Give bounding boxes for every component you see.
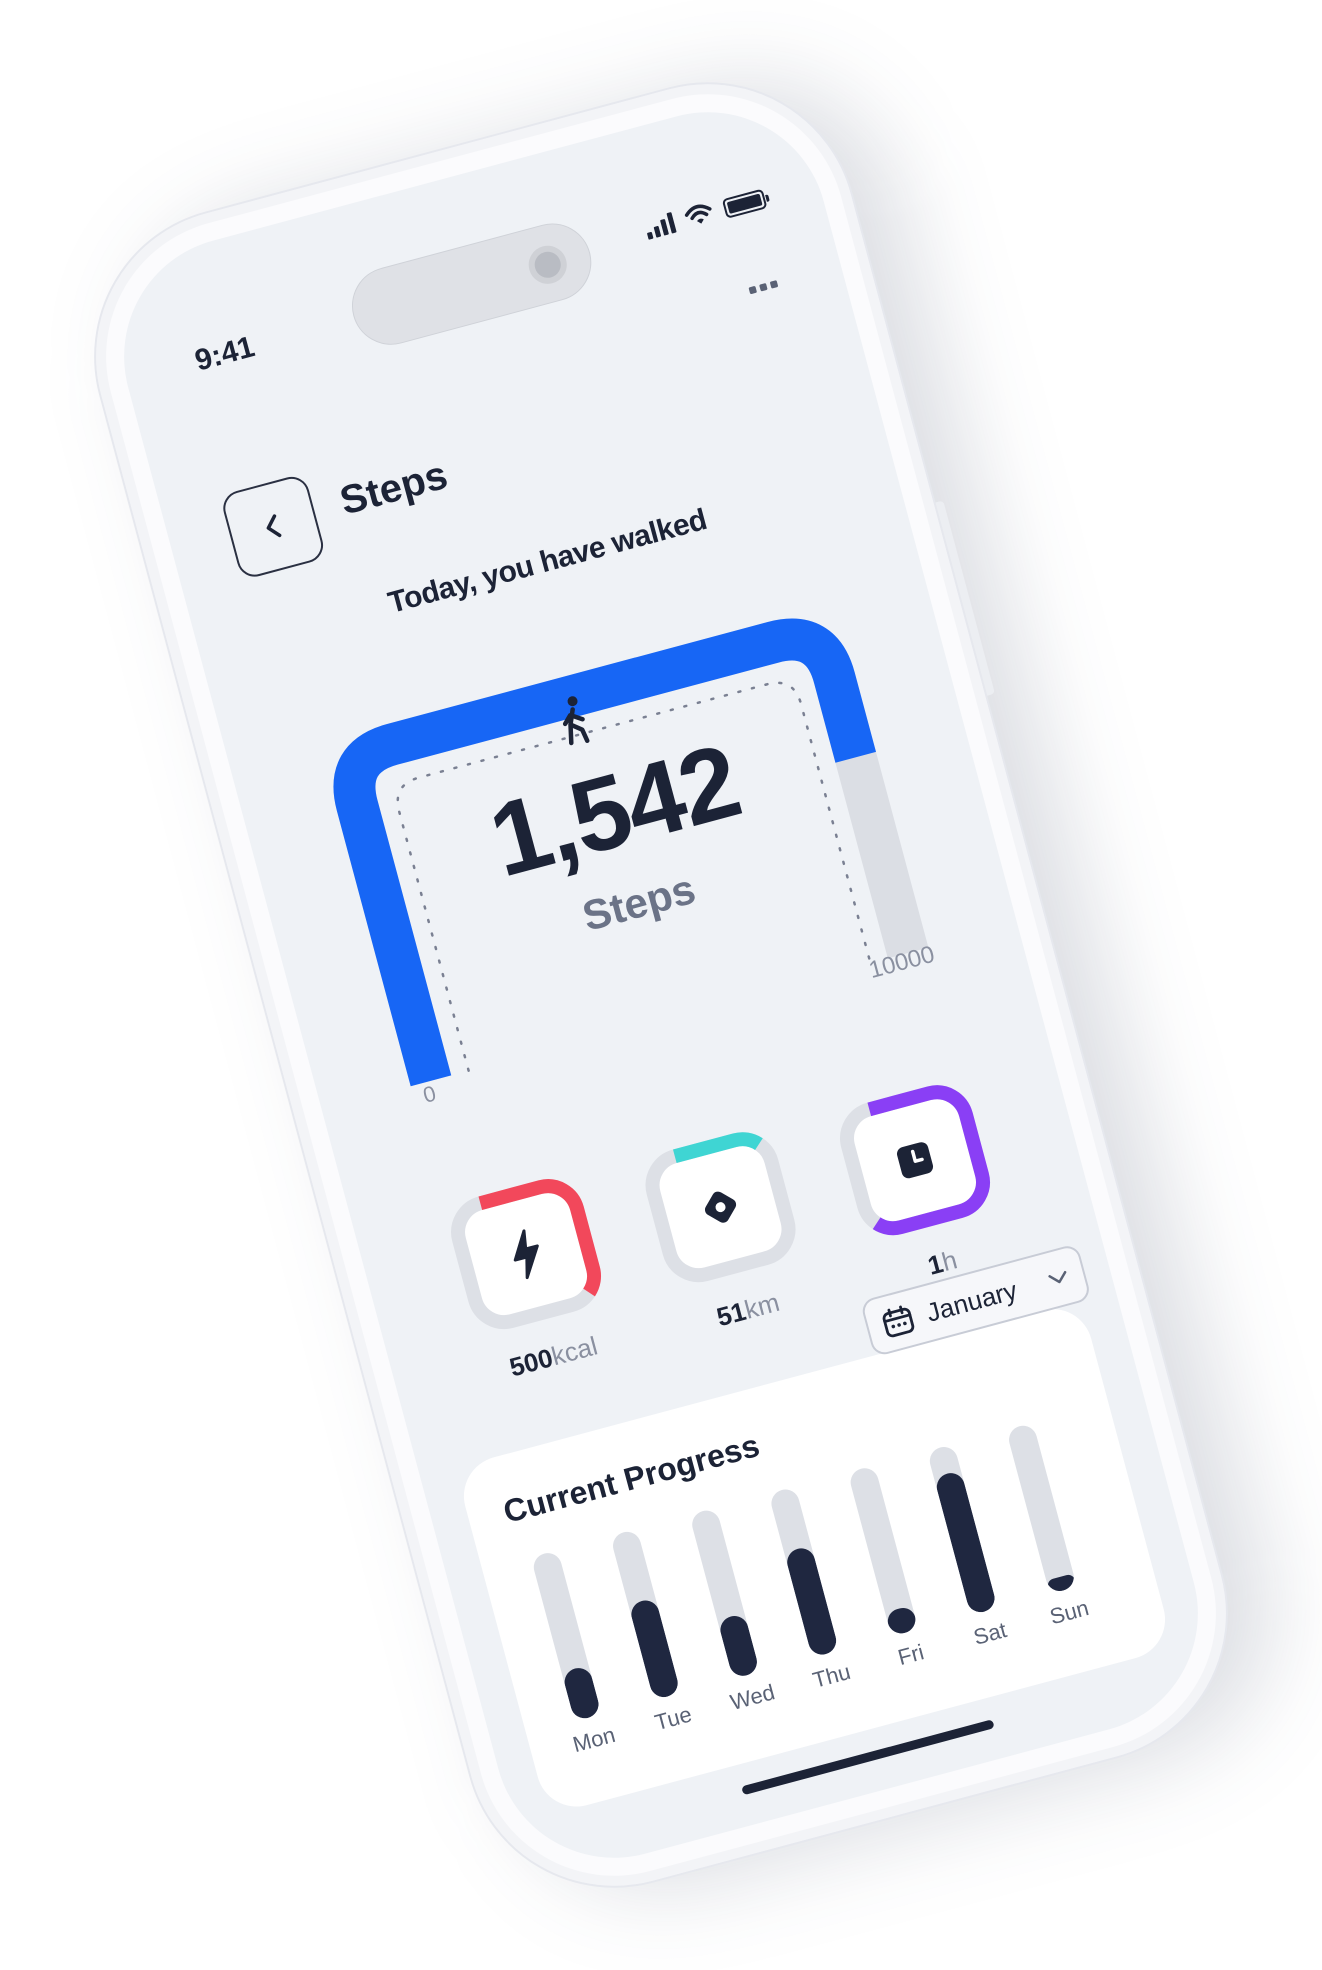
page-title: Steps xyxy=(335,452,453,524)
calories-unit: kcal xyxy=(548,1330,601,1372)
chevron-left-icon xyxy=(266,514,282,538)
current-progress-card: Current Progress Mon Tue Wed Thu Fri Sat Sun xyxy=(454,1300,1175,1816)
distance-ring xyxy=(645,1132,796,1283)
signal-icon xyxy=(643,211,677,240)
distance-stat: 51km xyxy=(629,1115,825,1344)
bar-track xyxy=(530,1549,602,1722)
weekly-bars: Mon Tue Wed Thu Fri Sat Sun xyxy=(515,1411,1130,1764)
bar-track xyxy=(768,1486,840,1658)
day-label: Thu xyxy=(810,1658,854,1693)
day-label: Fri xyxy=(895,1639,927,1671)
time-ring xyxy=(840,1085,990,1236)
bar-fill xyxy=(628,1597,681,1701)
day-label: Tue xyxy=(652,1701,695,1736)
day-label: Wed xyxy=(727,1679,778,1715)
day-label: Sat xyxy=(970,1617,1010,1650)
bar-track xyxy=(1005,1422,1077,1595)
wifi-icon xyxy=(684,204,712,224)
bar-fill xyxy=(717,1612,761,1679)
camera-icon xyxy=(524,241,572,289)
status-time: 9:41 xyxy=(191,330,259,378)
bar-fill xyxy=(884,1604,919,1637)
day-label: Mon xyxy=(570,1721,618,1758)
bar-track xyxy=(609,1528,681,1701)
back-button[interactable] xyxy=(219,472,328,581)
distance-unit: km xyxy=(741,1286,783,1325)
bar-fill xyxy=(561,1664,602,1722)
bar-track xyxy=(847,1465,919,1637)
time-stat: 1h xyxy=(823,1068,1019,1297)
bar-track xyxy=(689,1507,761,1679)
battery-icon xyxy=(721,188,768,219)
bar-fill xyxy=(933,1470,998,1616)
calories-value: 500 xyxy=(506,1342,556,1383)
calendar-icon xyxy=(882,1305,915,1338)
dynamic-island xyxy=(343,214,601,354)
calories-stat: 500kcal xyxy=(434,1162,630,1391)
bar-fill xyxy=(784,1545,840,1658)
calories-ring xyxy=(451,1179,602,1330)
more-options-button[interactable] xyxy=(748,280,779,295)
chevron-down-icon xyxy=(1048,1270,1067,1284)
status-icons xyxy=(643,187,768,240)
bar-track xyxy=(926,1443,998,1616)
stage: 9:41 Steps Today, you have walked 0 1000… xyxy=(0,0,1322,1970)
day-label: Sun xyxy=(1047,1595,1092,1630)
bar-fill xyxy=(1046,1573,1077,1595)
